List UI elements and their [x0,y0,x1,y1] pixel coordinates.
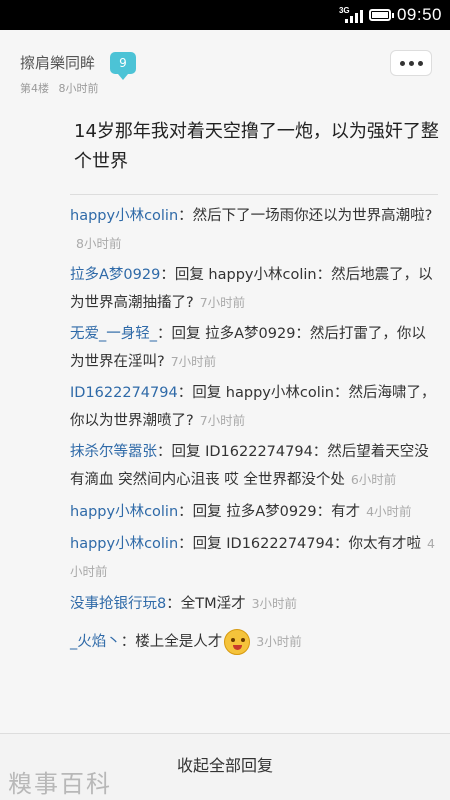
reply-text: 回复 拉多A梦0929：有才 [192,504,361,520]
divider [70,194,438,195]
reply-separator: ： [166,596,181,612]
reply-time: 7小时前 [170,354,217,369]
grinning-face-icon [224,629,251,655]
more-icon-dot [399,60,405,66]
reply-user[interactable]: ID1622274794 [70,385,178,401]
reply-item[interactable]: happy小林colin：回复 拉多A梦0929：有才 4小时前 [70,498,438,526]
reply-item[interactable]: 抹杀尔等嚣张：回复 ID1622274794：然后望着天空没有滴血 突然间内心沮… [70,439,438,494]
reply-separator: ： [157,326,172,342]
reply-separator: ： [178,504,193,520]
reply-text: 楼上全是人才 [135,634,223,650]
reply-item[interactable]: 拉多A梦0929：回复 happy小林colin：然后地震了，以为世界高潮抽搐了… [70,262,438,317]
status-bar: 3G 09:50 [0,0,450,30]
reply-separator: ： [178,536,193,552]
more-icon-dot [417,60,423,66]
reply-time: 7小时前 [199,413,246,428]
comment-header: 擦肩樂同眸 9 第4楼 8小时前 [0,30,450,100]
more-button[interactable] [390,50,432,76]
reply-item[interactable]: happy小林colin：然后下了一场雨你还以为世界高潮啦? 8小时前 [70,203,438,258]
reply-user[interactable]: happy小林colin [70,504,178,520]
reply-user[interactable]: happy小林colin [70,536,178,552]
reply-time: 4小时前 [366,504,412,519]
reply-user[interactable]: 拉多A梦0929 [70,267,160,283]
post-time: 8小时前 [58,82,99,95]
reply-user[interactable]: happy小林colin [70,208,178,224]
reply-user[interactable]: 没事抢银行玩8 [70,596,166,612]
reply-item[interactable]: ID1622274794：回复 happy小林colin：然后海啸了，你以为世界… [70,380,438,435]
reply-user[interactable]: _火焰丶 [70,634,121,650]
reply-separator: ： [120,634,136,650]
reply-item[interactable]: _火焰丶：楼上全是人才 3小时前 [70,628,438,656]
level-badge: 9 [110,52,136,80]
reply-text: 回复 ID1622274794：你太有才啦 [192,536,421,552]
signal-icon: 3G [339,6,363,24]
reply-time: 3小时前 [256,634,302,649]
reply-item[interactable]: happy小林colin：回复 ID1622274794：你太有才啦 4小时前 [70,530,438,586]
more-icon-dot [408,60,414,66]
comment-username[interactable]: 擦肩樂同眸 [20,52,95,73]
status-time: 09:50 [396,5,442,24]
reply-time: 6小时前 [350,472,397,487]
reply-time: 3小时前 [251,596,298,611]
comment-content: 14岁那年我对着天空撸了一炮，以为强奸了整个世界 [74,121,439,172]
floor-number: 第4楼 [20,82,49,95]
reply-item[interactable]: 没事抢银行玩8：全TM淫才 3小时前 [70,590,438,618]
reply-item[interactable]: 无爱_一身轻_：回复 拉多A梦0929：然后打雷了，你以为世界在淫叫? 7小时前 [70,321,438,376]
watermark-logo: 糗事百科 [8,770,112,798]
reply-separator: ： [160,267,175,283]
floor-meta: 第4楼 8小时前 [20,80,99,96]
reply-separator: ： [178,208,193,224]
battery-icon [368,9,394,21]
reply-user[interactable]: 无爱_一身轻_ [70,326,157,342]
reply-time: 8小时前 [76,236,122,251]
reply-list: happy小林colin：然后下了一场雨你还以为世界高潮啦?8小时前 拉多A梦0… [70,203,438,656]
reply-time: 7小时前 [199,295,246,310]
reply-user[interactable]: 抹杀尔等嚣张 [70,444,157,460]
reply-separator: ： [177,385,193,401]
reply-text: 然后下了一场雨你还以为世界高潮啦? [192,208,433,224]
reply-text: 全TM淫才 [180,596,246,612]
reply-separator: ： [157,444,172,460]
